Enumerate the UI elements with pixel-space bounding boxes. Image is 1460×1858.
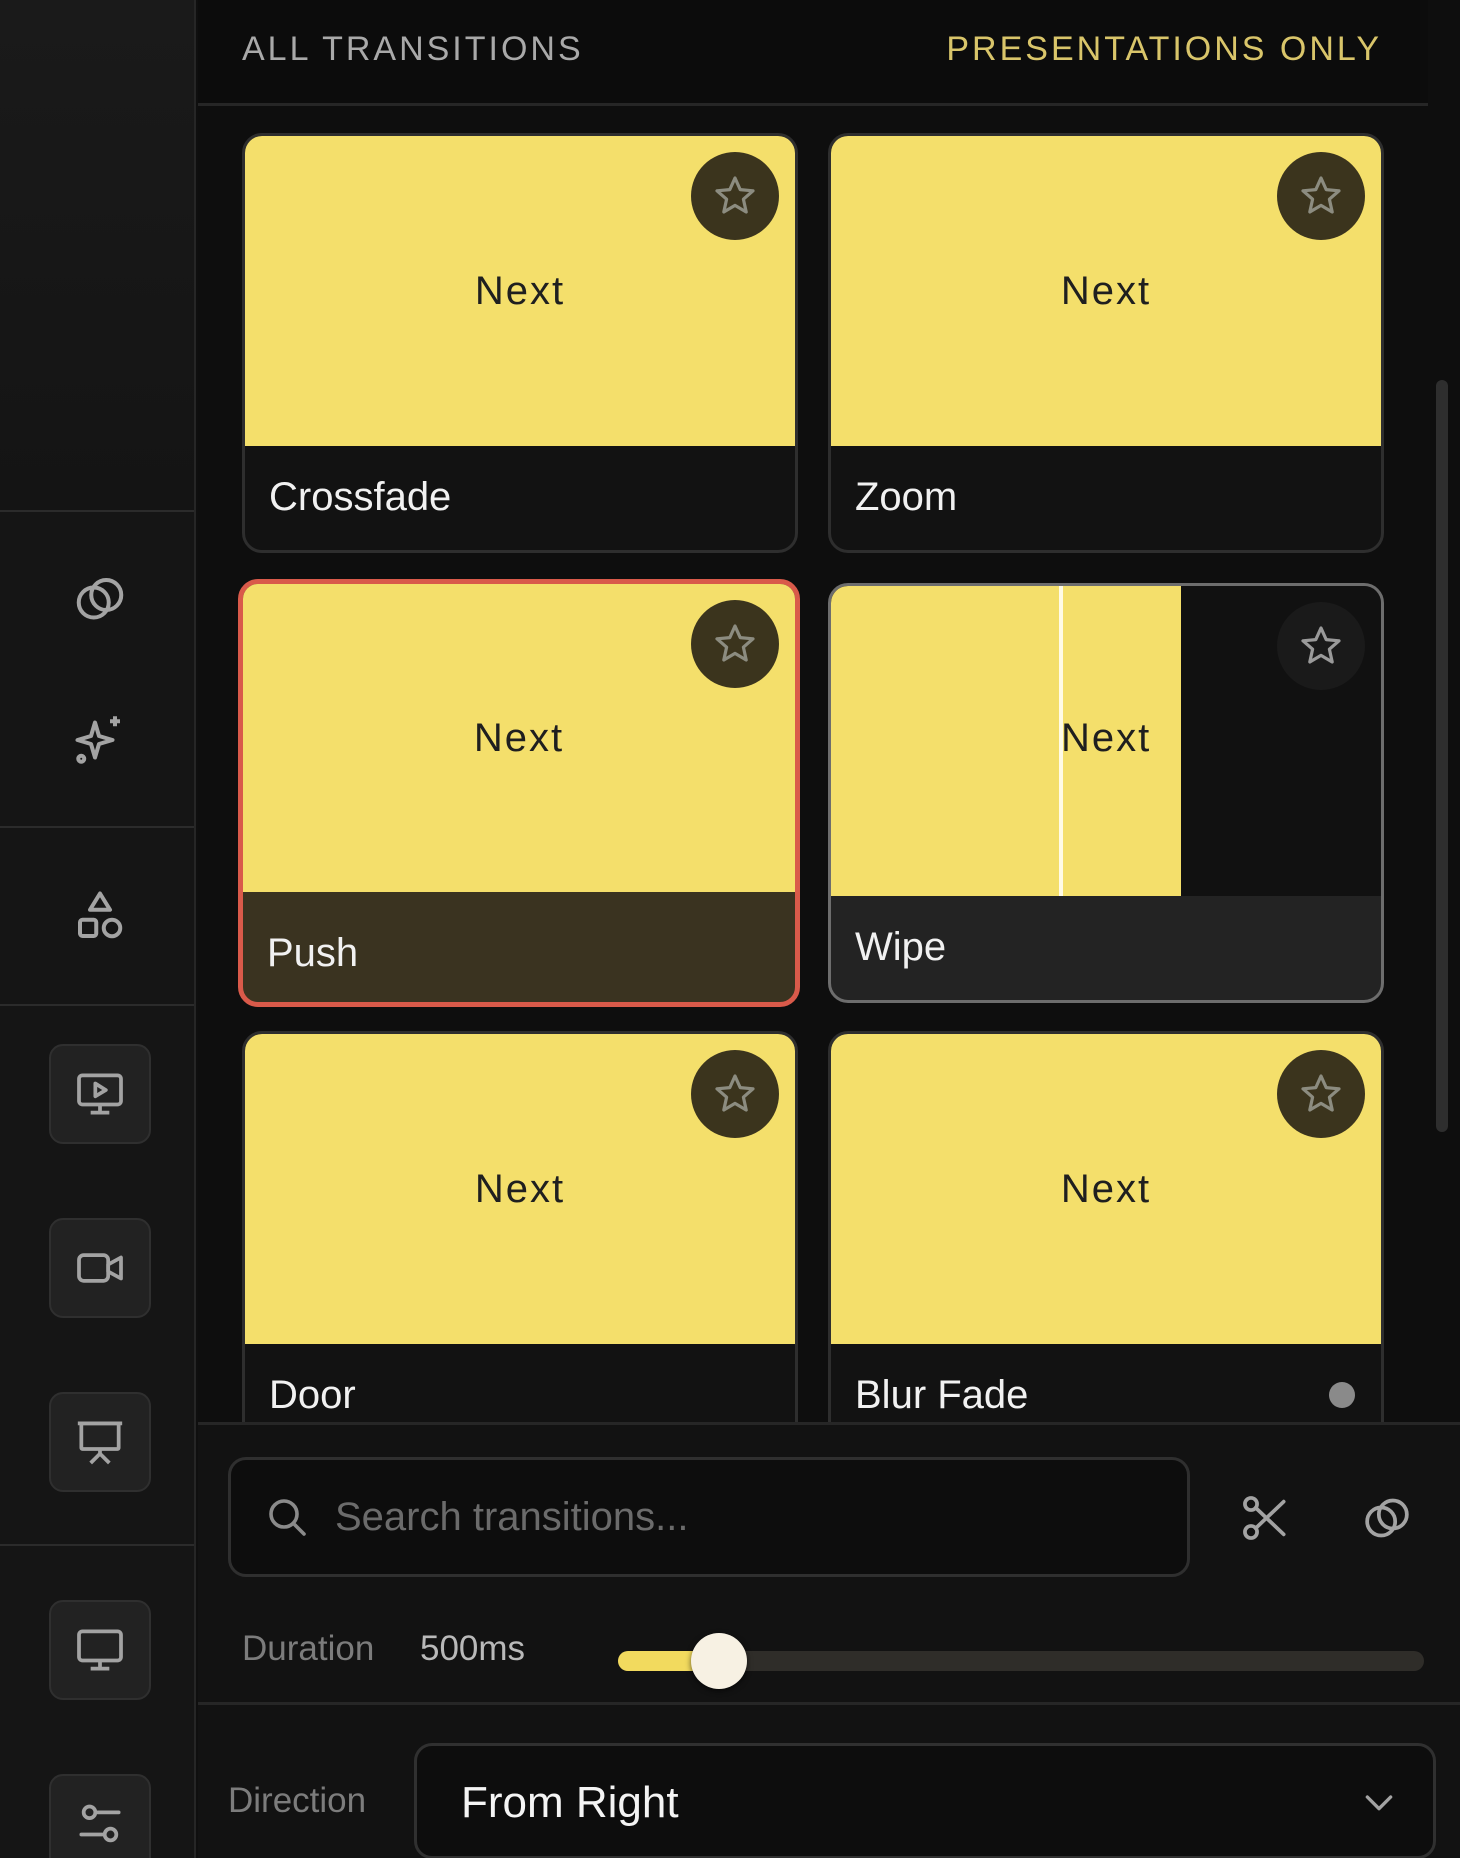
left-rail <box>0 0 196 1858</box>
sliders-icon[interactable] <box>49 1774 151 1858</box>
tab-all-transitions[interactable]: ALL TRANSITIONS <box>242 30 584 69</box>
search-icon <box>269 1499 306 1536</box>
presentation-icon[interactable] <box>49 1392 151 1492</box>
transition-card-zoom[interactable]: Next Zoom <box>828 133 1384 553</box>
duration-slider[interactable] <box>618 1633 1424 1689</box>
sparkles-icon[interactable] <box>60 700 140 780</box>
transition-preview: Next <box>831 136 1381 446</box>
chevron-down-icon <box>1365 1795 1393 1811</box>
app-window: ALL TRANSITIONS PRESENTATIONS ONLY Next … <box>0 0 1460 1858</box>
rail-separator <box>0 826 194 828</box>
grid-scrollbar[interactable] <box>1436 380 1448 1132</box>
preview-text: Next <box>1060 268 1152 313</box>
transition-card-crossfade[interactable]: Next Crossfade <box>242 133 798 553</box>
preview-text: Next <box>474 1166 566 1211</box>
star-icon[interactable] <box>691 1050 779 1138</box>
transition-preview: Next <box>245 1034 795 1344</box>
preview-text: Next <box>473 715 565 760</box>
overlap-circles-icon[interactable] <box>1344 1475 1430 1561</box>
star-icon[interactable] <box>1277 602 1365 690</box>
transition-controls: Duration 500ms Direction From Right <box>198 1422 1460 1858</box>
transition-preview: Next <box>245 136 795 446</box>
scissors-icon[interactable] <box>1222 1475 1308 1561</box>
star-icon[interactable] <box>691 600 779 688</box>
transition-card-wipe[interactable]: Next Wipe <box>828 583 1384 1003</box>
video-camera-icon[interactable] <box>49 1218 151 1318</box>
transition-label: Zoom <box>855 475 958 519</box>
transition-preview: Next <box>831 586 1381 896</box>
rail-separator <box>0 1004 194 1006</box>
rail-top-block <box>0 0 194 512</box>
transition-preview: Next <box>243 584 795 892</box>
shapes-icon[interactable] <box>60 876 140 956</box>
transition-label: Blur Fade <box>855 1373 1029 1417</box>
transition-label: Door <box>269 1373 356 1417</box>
tab-presentations-only[interactable]: PRESENTATIONS ONLY <box>946 30 1382 69</box>
transition-label: Crossfade <box>269 475 452 519</box>
transitions-panel: ALL TRANSITIONS PRESENTATIONS ONLY Next … <box>198 0 1460 1858</box>
search-input[interactable] <box>335 1487 1155 1547</box>
transition-label: Push <box>267 931 359 975</box>
duration-label: Duration <box>242 1629 375 1668</box>
direction-label: Direction <box>228 1781 367 1820</box>
search-box <box>228 1457 1190 1577</box>
direction-select[interactable]: From Right <box>414 1743 1436 1858</box>
rail-separator <box>0 1544 194 1546</box>
transition-label: Wipe <box>855 925 947 969</box>
filter-tabs: ALL TRANSITIONS PRESENTATIONS ONLY <box>198 0 1428 106</box>
star-icon[interactable] <box>1277 1050 1365 1138</box>
duration-slider-thumb[interactable] <box>690 1633 747 1689</box>
preview-text: Next <box>474 268 566 313</box>
controls-divider <box>198 1702 1460 1705</box>
preview-text: Next <box>1060 1166 1152 1211</box>
transition-card-blur-fade[interactable]: Next Blur Fade <box>828 1031 1384 1422</box>
transition-preview: Next <box>831 1034 1381 1344</box>
transition-card-door[interactable]: Next Door <box>242 1031 798 1422</box>
direction-value: From Right <box>461 1778 679 1827</box>
star-icon[interactable] <box>691 152 779 240</box>
monitor-play-icon[interactable] <box>49 1044 151 1144</box>
transition-card-push[interactable]: Next Push <box>238 579 800 1007</box>
overlap-circles-icon[interactable] <box>60 560 140 640</box>
monitor-icon[interactable] <box>49 1600 151 1700</box>
duration-value: 500ms <box>420 1629 526 1668</box>
preview-text: Next <box>1061 716 1152 760</box>
transition-grid: Next Crossfade Next Zoom Next Push Next … <box>198 109 1428 1422</box>
star-icon[interactable] <box>1277 152 1365 240</box>
status-dot <box>1329 1382 1355 1408</box>
